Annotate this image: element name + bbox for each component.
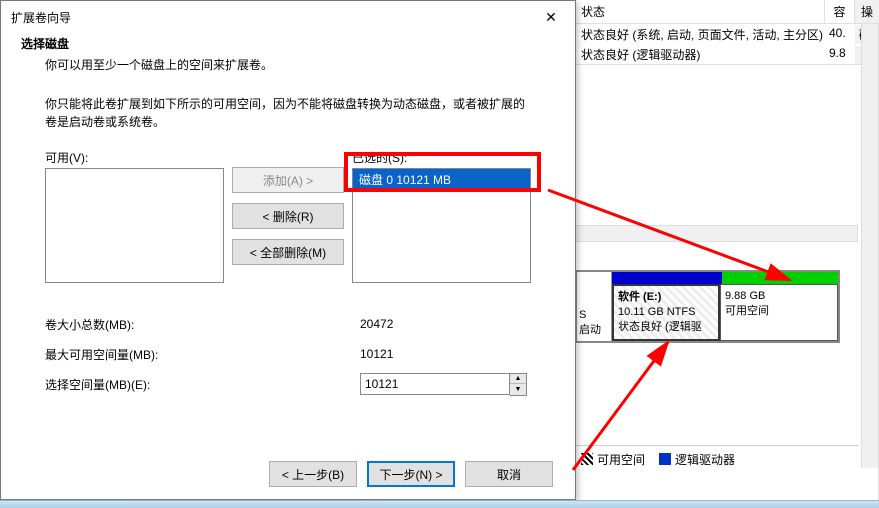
partition-disk-label: S 启动 — [577, 272, 612, 341]
back-button[interactable]: < 上一步(B) — [269, 461, 357, 487]
max-space-value: 10121 — [360, 347, 393, 361]
col-header-state[interactable]: 状态 — [575, 0, 825, 23]
swatch-hatched-icon — [581, 453, 593, 465]
text: S — [579, 309, 609, 321]
next-button[interactable]: 下一步(N) > — [367, 461, 455, 487]
swatch-blue-icon — [659, 453, 671, 465]
horizontal-scrollbar[interactable] — [575, 225, 858, 242]
titlebar: 扩展卷向导 ✕ — [1, 1, 575, 33]
partition-title: 软件 (E:) — [618, 290, 714, 305]
close-button[interactable]: ✕ — [529, 2, 573, 32]
taskbar — [0, 500, 879, 508]
selected-listbox[interactable]: 磁盘 0 10121 MB — [352, 168, 531, 283]
volumes-header-row: 状态 容 操 — [575, 0, 878, 24]
partition-cell-e[interactable]: 软件 (E:) 10.11 GB NTFS 状态良好 (逻辑驱 — [612, 284, 720, 341]
partition-color-bars — [612, 272, 838, 284]
partition-size: 9.88 GB — [725, 289, 833, 304]
spin-down-button[interactable]: ▼ — [510, 384, 526, 395]
wizard-header-subtitle: 你可以用至少一个磁盘上的空间来扩展卷。 — [21, 52, 555, 73]
partition-legend: 可用空间 逻辑驱动器 — [575, 445, 858, 473]
max-space-label: 最大可用空间量(MB): — [45, 346, 360, 363]
partition-status: 状态良好 (逻辑驱 — [618, 320, 714, 335]
selected-list-item[interactable]: 磁盘 0 10121 MB — [353, 169, 530, 190]
available-listbox[interactable] — [45, 168, 224, 283]
total-size-value: 20472 — [360, 317, 393, 331]
remove-all-button[interactable]: < 全部删除(M) — [232, 239, 344, 265]
partition-status: 可用空间 — [725, 304, 833, 319]
col-header-capacity[interactable]: 容 — [825, 0, 855, 23]
cell-capacity: 9.8 — [825, 46, 855, 64]
remove-button[interactable]: < 删除(R) — [232, 203, 344, 229]
wizard-header-title: 选择磁盘 — [21, 35, 555, 52]
close-icon: ✕ — [545, 9, 557, 26]
cell-state: 状态良好 (系统, 启动, 页面文件, 活动, 主分区) — [575, 26, 825, 44]
legend-label: 逻辑驱动器 — [675, 453, 735, 467]
available-label: 可用(V): — [45, 149, 224, 166]
window-title: 扩展卷向导 — [11, 9, 71, 26]
select-space-label: 选择空间量(MB)(E): — [45, 376, 360, 393]
wizard-description: 你只能将此卷扩展到如下所示的可用空间，因为不能将磁盘转换为动态磁盘，或者被扩展的… — [45, 95, 531, 131]
partition-diagram: S 启动 软件 (E:) 10.11 GB NTFS 状态良好 (逻辑驱 9.8… — [575, 270, 840, 343]
volume-row[interactable]: 状态良好 (逻辑驱动器) 9.8 — [575, 44, 878, 64]
spin-up-button[interactable]: ▲ — [510, 374, 526, 385]
partition-size: 10.11 GB NTFS — [618, 305, 714, 320]
total-size-label: 卷大小总数(MB): — [45, 316, 360, 333]
cancel-button[interactable]: 取消 — [465, 461, 553, 487]
disk-management-background: 状态 容 操 状态良好 (系统, 启动, 页面文件, 活动, 主分区) 40. … — [575, 0, 879, 508]
col-header-ops[interactable]: 操 — [855, 0, 879, 23]
volume-row[interactable]: 状态良好 (系统, 启动, 页面文件, 活动, 主分区) 40. 磁 — [575, 24, 878, 44]
extend-volume-wizard: 扩展卷向导 ✕ 选择磁盘 你可以用至少一个磁盘上的空间来扩展卷。 你只能将此卷扩… — [0, 0, 576, 500]
select-space-input[interactable] — [360, 373, 510, 395]
add-button: 添加(A) > — [232, 167, 344, 193]
cell-capacity: 40. — [825, 26, 855, 44]
legend-label: 可用空间 — [597, 453, 645, 467]
vertical-scrollbar[interactable] — [861, 24, 878, 468]
text: 启动 — [579, 321, 609, 337]
cell-state: 状态良好 (逻辑驱动器) — [575, 46, 825, 64]
selected-label: 已选的(S): — [352, 149, 531, 166]
partition-cell-free[interactable]: 9.88 GB 可用空间 — [720, 284, 838, 341]
